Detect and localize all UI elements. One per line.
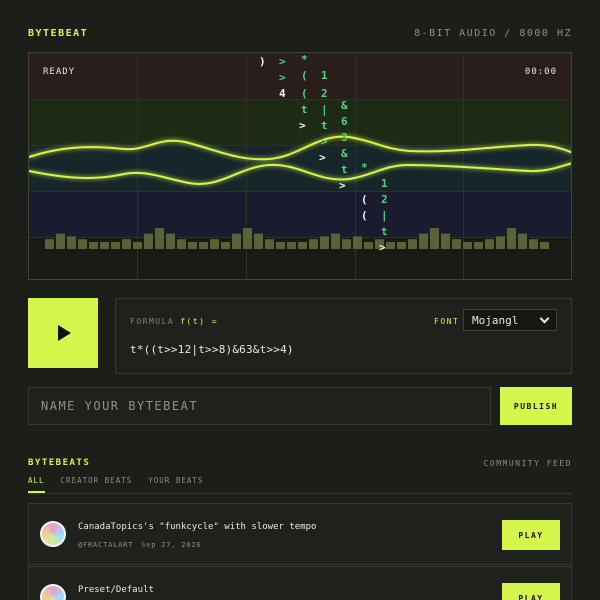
- formula-panel: FORMULA f(t) = FONT Mojangl t*((t>>12|t>>…: [115, 298, 572, 374]
- formula-glyph: >: [319, 151, 326, 164]
- beat-title: CanadaTopics's "funkcycle" with slower t…: [78, 522, 317, 532]
- font-select[interactable]: Mojangl: [463, 309, 557, 331]
- formula-glyph: (: [301, 87, 308, 100]
- tab-creator-beats[interactable]: CREATOR BEATS: [61, 476, 133, 493]
- formula-glyph: >: [279, 71, 286, 84]
- avatar: [40, 584, 66, 600]
- formula-glyph: 2: [321, 87, 328, 100]
- list-item: Preset/Default PLAY: [28, 566, 572, 600]
- formula-glyph: (: [361, 209, 368, 222]
- formula-glyph: t: [321, 119, 328, 132]
- formula-glyph: t: [301, 103, 308, 116]
- font-select-value: Mojangl: [472, 313, 519, 327]
- publish-button[interactable]: PUBLISH: [500, 387, 572, 425]
- formula-glyph: &: [341, 99, 348, 112]
- audio-spec: 8-BIT AUDIO / 8000 HZ: [414, 28, 572, 39]
- beat-date: Sep 27, 2026: [141, 541, 202, 549]
- formula-input[interactable]: t*((t>>12|t>>8)&63&t>>4): [130, 343, 294, 356]
- playback-time: 00:00: [524, 67, 557, 77]
- formula-glyph: 1: [381, 177, 388, 190]
- beat-title: Preset/Default: [78, 585, 154, 595]
- formula-glyph: (: [301, 69, 308, 82]
- waveform-line-a: [29, 135, 571, 161]
- formula-glyph: |: [321, 103, 328, 116]
- formula-glyph: t: [341, 163, 348, 176]
- tab-all[interactable]: ALL: [28, 476, 45, 493]
- community-feed-link[interactable]: COMMUNITY FEED: [484, 459, 572, 468]
- beat-list: CanadaTopics's "funkcycle" with slower t…: [28, 503, 572, 600]
- formula-glyph: >: [379, 241, 386, 254]
- play-button[interactable]: [28, 298, 98, 368]
- formula-glyph: 6: [341, 115, 348, 128]
- waveform-visualizer: ) > * >(1 4(2 t | & > t 6 >3 > & t * >1(2(| t > READY 00:0…: [28, 52, 572, 280]
- feed-title: BYTEBEATS: [28, 458, 91, 468]
- app-header: BYTEBEAT 8-BIT AUDIO / 8000 HZ: [28, 28, 572, 39]
- author-handle[interactable]: @FRACTALART: [78, 541, 133, 549]
- beat-meta: @FRACTALART Sep 27, 2026: [78, 541, 201, 549]
- formula-glyph: ): [259, 55, 266, 68]
- font-label: FONT: [434, 317, 460, 326]
- playback-status: READY: [43, 67, 76, 77]
- formula-glyph: >: [339, 179, 346, 192]
- play-beat-button[interactable]: PLAY: [502, 520, 560, 550]
- formula-glyph: t: [381, 225, 388, 238]
- chevron-down-icon: [539, 313, 550, 323]
- formula-glyph: >: [279, 55, 286, 68]
- formula-glyph: &: [341, 147, 348, 160]
- feed-header: BYTEBEATS COMMUNITY FEED: [28, 458, 572, 468]
- feed-tabs: ALL CREATOR BEATS YOUR BEATS: [28, 476, 572, 494]
- formula-label-text: FORMULA: [130, 317, 175, 326]
- waveform-line-b: [29, 162, 571, 186]
- formula-glyph: *: [301, 53, 308, 66]
- play-beat-button[interactable]: PLAY: [502, 583, 560, 600]
- formula-glyph: 3: [341, 131, 348, 144]
- avatar: [40, 521, 66, 547]
- formula-glyph: |: [381, 209, 388, 222]
- formula-label: FORMULA f(t) =: [130, 317, 218, 326]
- formula-glyph: (: [361, 193, 368, 206]
- formula-glyph: >: [321, 135, 328, 148]
- formula-glyph: 2: [381, 193, 388, 206]
- brand-title: BYTEBEAT: [28, 28, 89, 39]
- formula-glyph: 1: [321, 69, 328, 82]
- formula-glyph: 4: [279, 87, 286, 100]
- formula-glyph: >: [299, 119, 306, 132]
- tab-your-beats[interactable]: YOUR BEATS: [148, 476, 203, 493]
- play-icon: [58, 325, 71, 341]
- beat-name-input[interactable]: [28, 387, 491, 425]
- fx-label: f(t) =: [180, 317, 219, 326]
- formula-glyph: *: [361, 161, 368, 174]
- list-item: CanadaTopics's "funkcycle" with slower t…: [28, 503, 572, 565]
